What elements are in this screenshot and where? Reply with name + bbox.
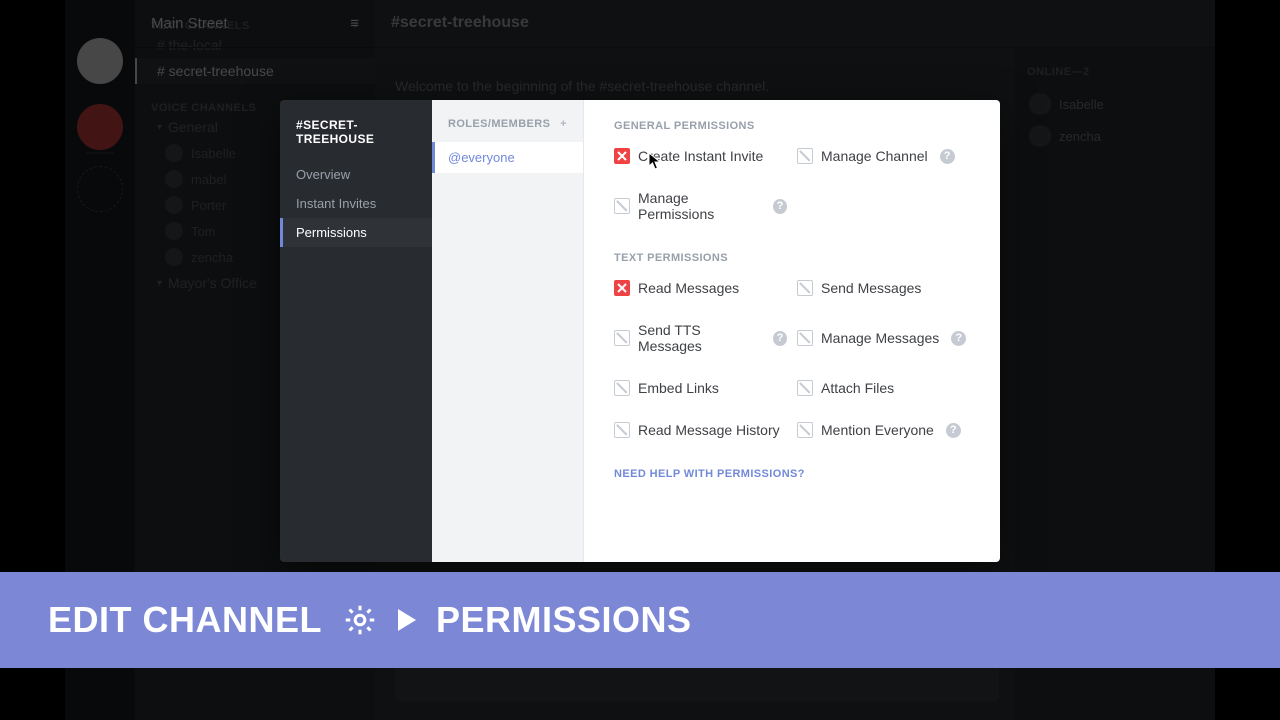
channel-title: #secret-treehouse <box>391 14 529 31</box>
perm-create-instant-invite[interactable]: Create Instant Invite <box>614 148 787 164</box>
roles-header: ROLES/MEMBERS + <box>432 100 583 142</box>
member-row[interactable]: Isabelle <box>1027 88 1203 120</box>
play-icon <box>398 609 416 631</box>
general-permissions-header: GENERAL PERMISSIONS <box>614 120 970 132</box>
avatar <box>165 222 183 240</box>
avatar <box>165 144 183 162</box>
checkbox-neutral-icon[interactable] <box>614 198 630 214</box>
guild-avatar[interactable] <box>77 104 123 150</box>
avatar <box>165 248 183 266</box>
help-icon[interactable]: ? <box>940 149 955 164</box>
perm-attach-files[interactable]: Attach Files <box>797 380 970 396</box>
avatar <box>165 196 183 214</box>
guild-separator <box>86 152 114 154</box>
members-header: ONLINE—2 <box>1027 66 1203 78</box>
checkbox-neutral-icon[interactable] <box>797 330 813 346</box>
avatar <box>165 170 183 188</box>
nav-overview[interactable]: Overview <box>280 160 432 189</box>
checkbox-neutral-icon[interactable] <box>614 330 630 346</box>
tutorial-banner: EDIT CHANNEL PERMISSIONS <box>0 572 1280 668</box>
settings-title: #SECRET-TREEHOUSE <box>280 118 432 160</box>
text-permissions-header: TEXT PERMISSIONS <box>614 252 970 264</box>
nav-permissions[interactable]: Permissions <box>280 218 432 247</box>
banner-text-right: PERMISSIONS <box>436 599 692 641</box>
avatar <box>1029 93 1051 115</box>
banner-text-left: EDIT CHANNEL <box>48 599 322 641</box>
perm-send-tts-messages[interactable]: Send TTS Messages ? <box>614 322 787 354</box>
help-icon[interactable]: ? <box>773 199 787 214</box>
perm-send-messages[interactable]: Send Messages <box>797 280 970 296</box>
member-row[interactable]: zencha <box>1027 120 1203 152</box>
checkbox-neutral-icon[interactable] <box>797 380 813 396</box>
app-root: Main Street ≡ TEXT CHANNELS + # the-loca… <box>0 0 1280 720</box>
menu-icon[interactable]: ≡ <box>350 15 359 32</box>
role-everyone[interactable]: @everyone <box>432 142 583 173</box>
channel-item-active[interactable]: # secret-treehouse <box>135 58 375 84</box>
help-icon[interactable]: ? <box>773 331 787 346</box>
perm-manage-permissions[interactable]: Manage Permissions ? <box>614 190 787 222</box>
checkbox-denied-icon[interactable] <box>614 148 630 164</box>
checkbox-denied-icon[interactable] <box>614 280 630 296</box>
add-server-button[interactable] <box>77 166 123 212</box>
checkbox-neutral-icon[interactable] <box>614 422 630 438</box>
channel-topbar: #secret-treehouse <box>375 0 1215 48</box>
nav-instant-invites[interactable]: Instant Invites <box>280 189 432 218</box>
help-icon[interactable]: ? <box>946 423 961 438</box>
welcome-text: Welcome to the beginning of the #secret-… <box>395 78 769 94</box>
help-icon[interactable]: ? <box>951 331 966 346</box>
chevron-right-icon: ▾ <box>157 278 162 289</box>
perm-mention-everyone[interactable]: Mention Everyone ? <box>797 422 970 438</box>
roles-column: ROLES/MEMBERS + @everyone <box>432 100 584 562</box>
text-permissions-grid: Read Messages Send Messages Send TTS Mes… <box>614 280 970 438</box>
server-header[interactable]: Main Street ≡ <box>135 0 375 48</box>
perm-manage-messages[interactable]: Manage Messages ? <box>797 322 970 354</box>
guild-avatar[interactable] <box>77 38 123 84</box>
chevron-down-icon: ▾ <box>157 122 162 133</box>
perm-embed-links[interactable]: Embed Links <box>614 380 787 396</box>
general-permissions-grid: Create Instant Invite Manage Channel ? M… <box>614 148 970 222</box>
checkbox-neutral-icon[interactable] <box>797 422 813 438</box>
perm-read-message-history[interactable]: Read Message History <box>614 422 787 438</box>
channel-settings-modal: #SECRET-TREEHOUSE Overview Instant Invit… <box>280 100 1000 562</box>
need-help-link[interactable]: NEED HELP WITH PERMISSIONS? <box>614 468 970 480</box>
checkbox-neutral-icon[interactable] <box>614 380 630 396</box>
gear-icon <box>342 602 378 638</box>
avatar <box>1029 125 1051 147</box>
checkbox-neutral-icon[interactable] <box>797 280 813 296</box>
perm-manage-channel[interactable]: Manage Channel ? <box>797 148 970 164</box>
checkbox-neutral-icon[interactable] <box>797 148 813 164</box>
settings-nav: #SECRET-TREEHOUSE Overview Instant Invit… <box>280 100 432 562</box>
perm-read-messages[interactable]: Read Messages <box>614 280 787 296</box>
add-role-icon[interactable]: + <box>560 118 567 130</box>
permissions-column: GENERAL PERMISSIONS Create Instant Invit… <box>584 100 1000 562</box>
server-name: Main Street <box>151 15 228 32</box>
